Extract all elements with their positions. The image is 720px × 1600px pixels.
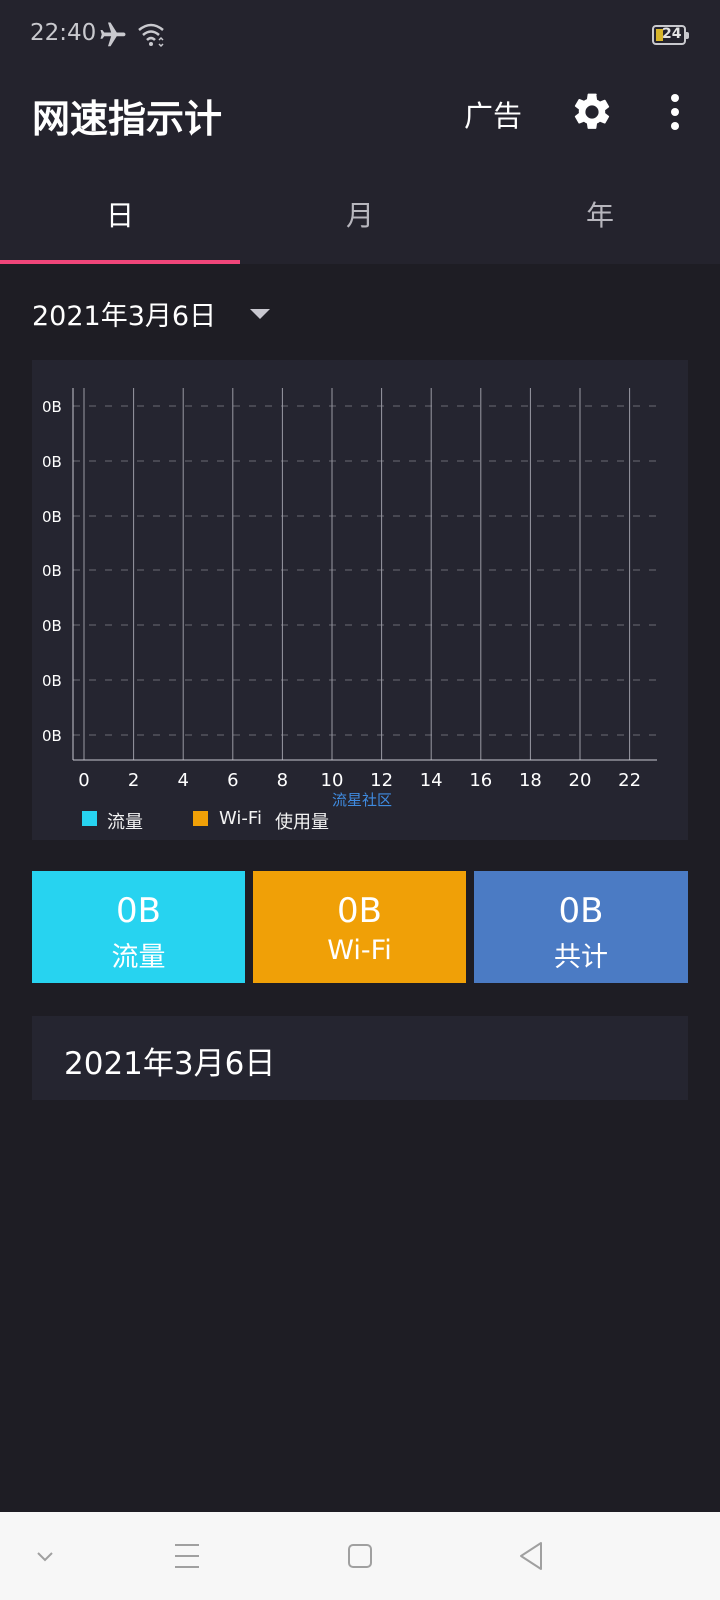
y-tick-label: 0B	[42, 508, 62, 526]
y-tick-label: 0B	[42, 672, 62, 690]
legend-swatch-mobile	[82, 811, 97, 826]
tab-month[interactable]: 月	[240, 162, 480, 264]
chart-watermark: 流星社区	[332, 791, 392, 809]
x-tick-label: 20	[569, 770, 592, 791]
y-tick-label: 0B	[42, 617, 62, 635]
mobile-data-summary-tile: 0B 流量	[32, 871, 245, 983]
settings-gear-icon[interactable]	[570, 90, 614, 138]
tab-bar: 日 月 年	[0, 162, 720, 264]
x-tick-label: 8	[277, 770, 288, 791]
nav-menu-icon[interactable]	[172, 1512, 202, 1600]
tab-indicator	[0, 260, 240, 264]
total-label: 共计	[554, 942, 608, 973]
app-title: 网速指示计	[32, 97, 223, 141]
dropdown-arrow-icon[interactable]	[250, 309, 270, 319]
x-tick-label: 2	[128, 770, 139, 791]
x-tick-label: 0	[78, 770, 89, 791]
legend-label-mobile: 流量	[107, 812, 143, 833]
wifi-value: 0B	[337, 891, 382, 931]
battery-text: 24	[662, 26, 682, 42]
x-tick-label: 10	[321, 770, 344, 791]
total-summary-tile: 0B 共计	[474, 871, 688, 983]
nav-home-icon[interactable]	[345, 1512, 375, 1600]
tab-year[interactable]: 年	[480, 162, 720, 264]
x-tick-label: 12	[370, 770, 393, 791]
total-value: 0B	[558, 891, 604, 931]
x-tick-label: 6	[227, 770, 238, 791]
screen: 22:40 24 网速指示计 广告 日 月 年 2021年3月6日 0B 0B …	[0, 0, 720, 1600]
wifi-icon	[137, 22, 165, 52]
tab-day[interactable]: 日	[0, 162, 240, 264]
x-tick-label: 18	[519, 770, 542, 791]
date-list-item[interactable]: 2021年3月6日	[32, 1016, 688, 1100]
legend-label-usage: 使用量	[275, 812, 329, 833]
x-tick-label: 16	[469, 770, 492, 791]
mobile-data-value: 0B	[116, 891, 161, 931]
y-tick-label: 0B	[42, 398, 62, 416]
more-options-icon[interactable]	[660, 92, 690, 132]
mobile-data-label: 流量	[111, 942, 166, 973]
nav-hide-chevron-icon[interactable]	[30, 1512, 60, 1600]
y-tick-label: 0B	[42, 727, 62, 745]
x-tick-label: 14	[420, 770, 443, 791]
date-list-item-label: 2021年3月6日	[64, 1046, 276, 1082]
date-selector[interactable]: 2021年3月6日	[32, 294, 216, 333]
navigation-bar	[0, 1512, 720, 1600]
y-tick-label: 0B	[42, 562, 62, 580]
x-tick-label: 22	[618, 770, 641, 791]
legend-label-wifi: Wi-Fi	[219, 808, 262, 829]
x-tick-label: 4	[177, 770, 188, 791]
nav-back-icon[interactable]	[516, 1512, 546, 1600]
usage-chart: 0B 0B 0B 0B 0B 0B 0B 0 2 4 6 8 10 12 14 16 18 20 22 流星社区 流量…	[32, 360, 688, 840]
y-tick-label: 0B	[42, 453, 62, 471]
battery-icon: 24	[652, 25, 689, 45]
chart-svg: 0B 0B 0B 0B 0B 0B 0B 0 2 4 6 8 10 12 14 16 18 20 22 流星社区	[42, 388, 657, 809]
airplane-mode-icon	[98, 20, 128, 54]
legend-swatch-wifi	[193, 811, 208, 826]
ad-button[interactable]: 广告	[464, 93, 522, 135]
wifi-label: Wi-Fi	[327, 935, 392, 966]
status-time: 22:40	[30, 20, 97, 46]
wifi-summary-tile: 0B Wi-Fi	[253, 871, 466, 983]
status-bar: 22:40 24	[0, 0, 720, 70]
app-bar: 网速指示计 广告	[0, 70, 720, 162]
